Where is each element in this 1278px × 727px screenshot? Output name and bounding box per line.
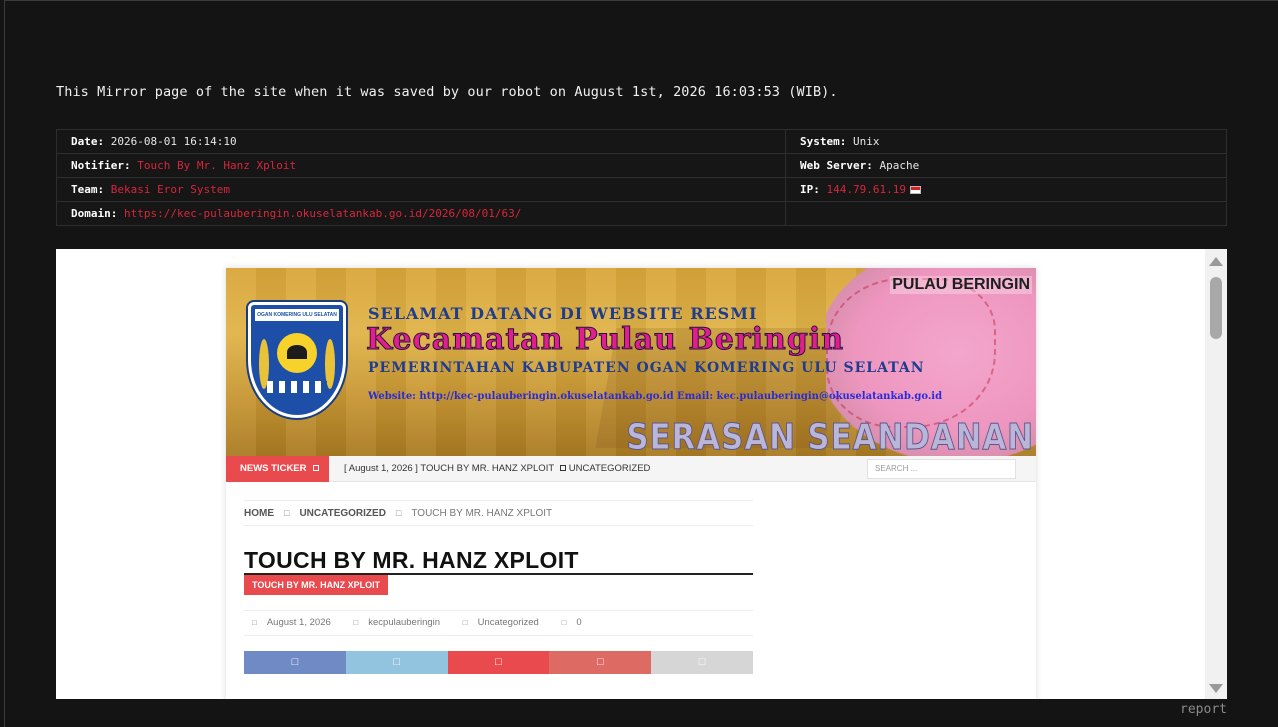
site-search-input[interactable]: SEARCH ...	[867, 459, 1016, 479]
meta-notifier-cell: Notifier: Touch By Mr. Hanz Xploit	[56, 153, 786, 178]
system-value: Unix	[852, 135, 880, 148]
ip-label: IP:	[800, 183, 820, 196]
breadcrumb-home[interactable]: HOME	[244, 508, 274, 519]
meta-date-cell: Date: 2026-08-01 16:14:10	[56, 129, 786, 154]
share-pinterest-button[interactable]: □	[447, 651, 550, 674]
post-title: TOUCH BY MR. HANZ XPLOIT	[244, 546, 753, 575]
post-tag-badge[interactable]: TOUCH BY MR. HANZ XPLOIT	[244, 575, 389, 595]
breadcrumb-separator-icon: □	[284, 508, 290, 518]
window-left-border	[4, 0, 5, 727]
post-comments-count: 0	[576, 617, 582, 628]
post-category[interactable]: □ Uncategorized	[463, 617, 549, 628]
ticker-item[interactable]: [ August 1, 2026 ] TOUCH BY MR. HANZ XPL…	[344, 456, 650, 482]
meta-team-cell: Team: Bekasi Eror System	[56, 177, 786, 202]
breadcrumb-separator-icon: □	[395, 508, 402, 518]
post-date-text: August 1, 2026	[266, 617, 331, 628]
share-email-button[interactable]: □	[651, 651, 753, 674]
meta-system-cell: System: Unix	[785, 129, 1227, 154]
news-ticker-label: NEWS TICKER	[226, 456, 329, 482]
ticker-category: UNCATEGORIZED	[568, 463, 651, 474]
post-meta: □ August 1, 2026 □ kecpulauberingin □ Uncat…	[244, 610, 753, 636]
indonesia-flag-icon	[909, 186, 921, 194]
post-author[interactable]: □ kecpulauberingin	[353, 617, 450, 628]
share-buttons: □ □ □ □ □	[244, 651, 753, 674]
banner-welcome-text: SELAMAT DATANG DI WEBSITE RESMI	[368, 304, 758, 323]
domain-label: Domain:	[71, 207, 118, 220]
domain-link[interactable]: https://kec-pulauberingin.okuselatankab.…	[124, 207, 521, 220]
folder-icon: □	[462, 618, 468, 627]
report-link[interactable]: report	[1180, 702, 1227, 717]
logo-bird-icon	[287, 345, 307, 359]
viewer-scrollbar[interactable]	[1205, 249, 1227, 699]
news-ticker-bar: NEWS TICKER [ August 1, 2026 ] TOUCH BY …	[226, 456, 1036, 482]
post-comments[interactable]: □ 0	[561, 617, 591, 628]
mirrored-site: OGAN KOMERING ULU SELATAN SELAMAT DATANG…	[226, 268, 1036, 699]
region-map-outline	[826, 278, 996, 428]
ticker-item-text: [ August 1, 2026 ] TOUCH BY MR. HANZ XPL…	[344, 463, 555, 474]
notifier-link[interactable]: Touch By Mr. Hanz Xploit	[137, 159, 296, 172]
comment-icon: □	[561, 618, 567, 627]
share-googleplus-button[interactable]: □	[549, 651, 652, 674]
ticker-box-icon	[312, 465, 319, 472]
window-top-border	[4, 0, 1278, 1]
date-label: Date:	[71, 135, 105, 148]
meta-empty-cell	[785, 201, 1227, 226]
folder-icon	[560, 465, 567, 472]
logo-wave-icon	[267, 381, 327, 393]
site-header-banner[interactable]: OGAN KOMERING ULU SELATAN SELAMAT DATANG…	[226, 268, 1036, 456]
post-author-text: kecpulauberingin	[368, 617, 441, 628]
regency-emblem-logo: OGAN KOMERING ULU SELATAN	[248, 302, 346, 418]
meta-ip-cell: IP: 144.79.61.19	[785, 177, 1227, 202]
notifier-label: Notifier:	[71, 159, 131, 172]
date-value: 2026-08-01 16:14:10	[110, 135, 237, 148]
team-label: Team:	[71, 183, 105, 196]
scroll-up-arrow-icon[interactable]	[1209, 257, 1223, 266]
mirror-iframe-viewer[interactable]: OGAN KOMERING ULU SELATAN SELAMAT DATANG…	[56, 249, 1227, 699]
banner-title: Kecamatan Pulau Beringin	[365, 322, 845, 358]
banner-contact: Website: http://kec-pulauberingin.okusel…	[368, 391, 943, 402]
news-ticker-label-text: NEWS TICKER	[240, 463, 307, 474]
post-date: □ August 1, 2026	[252, 617, 341, 628]
banner-region-tag: PULAU BERINGIN	[890, 276, 1032, 294]
scrollbar-thumb[interactable]	[1210, 277, 1222, 339]
share-facebook-button[interactable]: □	[244, 651, 346, 674]
team-link[interactable]: Bekasi Eror System	[111, 183, 230, 196]
share-twitter-button[interactable]: □	[345, 651, 448, 674]
mirror-meta-table: Date: 2026-08-01 16:14:10 System: Unix N…	[56, 129, 1227, 226]
breadcrumb-current: TOUCH BY MR. HANZ XPLOIT	[411, 508, 553, 519]
banner-subtitle: PEMERINTAHAN KABUPATEN OGAN KOMERING ULU…	[368, 360, 925, 376]
meta-domain-cell: Domain: https://kec-pulauberingin.okusel…	[56, 201, 786, 226]
banner-motto: SERASAN SEANDANAN	[626, 417, 1034, 457]
breadcrumb-category[interactable]: UNCATEGORIZED	[299, 508, 385, 519]
user-icon: □	[353, 618, 359, 627]
post-category-text: Uncategorized	[477, 617, 539, 628]
breadcrumb: HOME □ UNCATEGORIZED □ TOUCH BY MR. HANZ XPL…	[244, 500, 753, 526]
ip-link[interactable]: 144.79.61.19	[827, 183, 906, 196]
mirror-intro-text: This Mirror page of the site when it was…	[56, 84, 838, 100]
clock-icon: □	[252, 618, 257, 627]
scroll-down-arrow-icon[interactable]	[1209, 684, 1223, 693]
system-label: System:	[800, 135, 847, 148]
webserver-value: Apache	[879, 159, 920, 172]
post-content: HOME □ UNCATEGORIZED □ TOUCH BY MR. HANZ XPL…	[244, 500, 753, 674]
logo-band-text: OGAN KOMERING ULU SELATAN	[255, 309, 339, 321]
meta-webserver-cell: Web Server: Apache	[785, 153, 1227, 178]
webserver-label: Web Server:	[800, 159, 873, 172]
